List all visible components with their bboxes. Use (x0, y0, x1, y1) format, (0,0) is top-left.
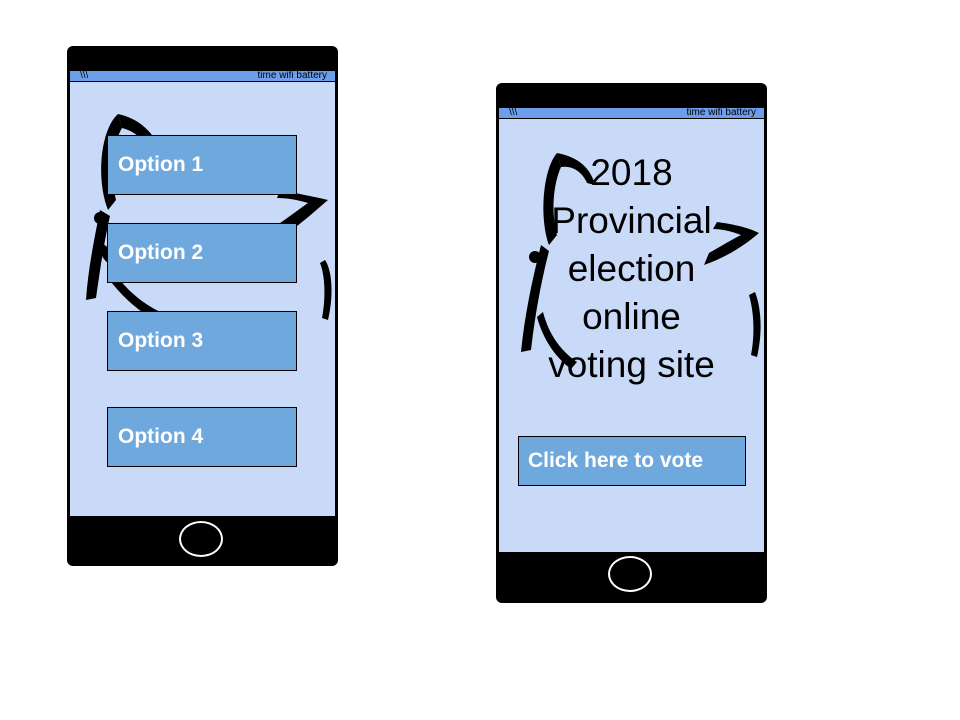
signal-indicator: \\\ (509, 107, 518, 118)
option-1-button[interactable]: Option 1 (107, 135, 297, 195)
status-bar: \\\ time wifi battery (499, 107, 764, 119)
vote-button[interactable]: Click here to vote (518, 436, 746, 486)
phone-right: \\\ time wifi battery 2018 Provincial el… (496, 83, 767, 603)
right-screen: \\\ time wifi battery 2018 Provincial el… (499, 107, 764, 552)
home-button-icon[interactable] (179, 521, 223, 557)
title-line: online (582, 296, 681, 337)
home-button-icon[interactable] (608, 556, 652, 592)
title-line: Provincial (551, 200, 712, 241)
status-icons-text: time wifi battery (686, 107, 756, 118)
option-4-button[interactable]: Option 4 (107, 407, 297, 467)
option-3-button[interactable]: Option 3 (107, 311, 297, 371)
status-bar: \\\ time wifi battery (70, 70, 335, 82)
status-icons-text: time wifi battery (257, 70, 327, 81)
site-title: 2018 Provincial election online voting s… (499, 149, 764, 389)
title-line: 2018 (590, 152, 673, 193)
left-screen: \\\ time wifi battery Option 1 Option 2 … (70, 70, 335, 516)
title-line: voting site (548, 344, 715, 385)
title-line: election (567, 248, 696, 289)
phone-left: \\\ time wifi battery Option 1 Option 2 … (67, 46, 338, 566)
signal-indicator: \\\ (80, 70, 89, 81)
option-2-button[interactable]: Option 2 (107, 223, 297, 283)
